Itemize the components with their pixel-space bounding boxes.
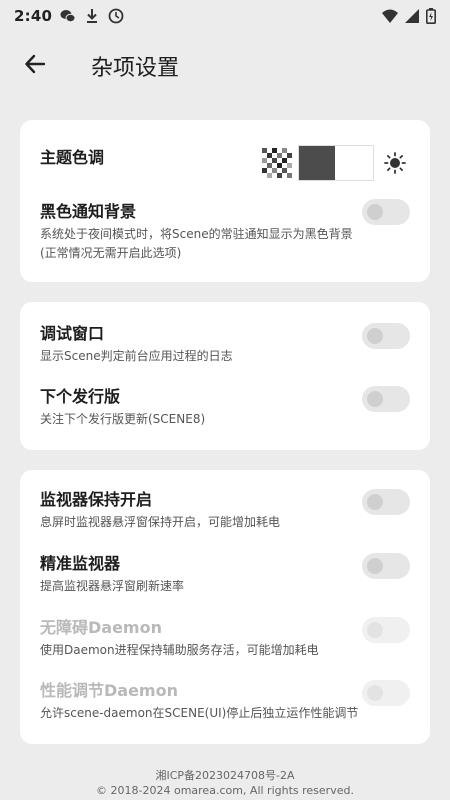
dark-light-theme-swatch[interactable] [298, 145, 374, 181]
next-release-desc: 关注下个发行版更新(SCENE8) [40, 412, 206, 426]
precise-monitor-desc: 提高监视器悬浮窗刷新速率 [40, 579, 185, 593]
back-button[interactable] [15, 46, 55, 86]
precise-monitor-row: 精准监视器 提高监视器悬浮窗刷新速率 [40, 553, 410, 596]
debug-window-toggle[interactable] [362, 323, 410, 349]
black-notification-title: 黑色通知背景 [40, 202, 137, 221]
status-bar: 2:40 [0, 0, 450, 32]
precise-monitor-title: 精准监视器 [40, 554, 121, 573]
settings-card-debug: 调试窗口 显示Scene判定前台应用过程的日志 下个发行版 关注下个发行版更新(… [20, 302, 430, 450]
black-notification-toggle[interactable] [362, 199, 410, 225]
page-title: 杂项设置 [91, 56, 180, 81]
battery-icon [426, 8, 436, 24]
arrow-left-icon [24, 53, 46, 79]
black-notification-row: 黑色通知背景 系统处于夜间模式时，将Scene的常驻通知显示为黑色背景 (正常情… [40, 199, 410, 263]
monitor-keep-toggle[interactable] [362, 489, 410, 515]
monitor-keep-row: 监视器保持开启 息屏时监视器悬浮窗保持开启，可能增加耗电 [40, 489, 410, 532]
icp-text[interactable]: 湘ICP备2023024708号-2A [0, 768, 450, 783]
next-release-toggle[interactable] [362, 386, 410, 412]
black-notification-desc-line1: 系统处于夜间模式时，将Scene的常驻通知显示为黑色背景 [40, 227, 353, 241]
wifi-icon [382, 8, 398, 24]
next-release-title: 下个发行版 [40, 387, 121, 406]
black-notification-desc-line2: (正常情况无需开启此选项) [40, 246, 182, 260]
settings-card-monitor: 监视器保持开启 息屏时监视器悬浮窗保持开启，可能增加耗电 精准监视器 提高监视器… [20, 470, 430, 744]
monitor-keep-title: 监视器保持开启 [40, 490, 153, 509]
status-time: 2:40 [14, 7, 53, 25]
accessibility-daemon-row: 无障碍Daemon 使用Daemon进程保持辅助服务存活，可能增加耗电 [40, 617, 410, 660]
signal-icon [404, 8, 420, 24]
copyright-text: © 2018-2024 omarea.com, All rights reser… [96, 784, 354, 797]
clock-icon [108, 8, 124, 24]
accessibility-daemon-title: 无障碍Daemon [40, 618, 162, 637]
light-swatch [335, 146, 373, 180]
download-icon [84, 8, 100, 24]
dark-swatch [299, 146, 335, 180]
wechat-icon [60, 8, 76, 24]
next-release-row: 下个发行版 关注下个发行版更新(SCENE8) [40, 386, 410, 429]
sun-icon[interactable] [380, 148, 410, 178]
pixel-theme-swatch[interactable] [262, 148, 292, 178]
perf-daemon-desc: 允许scene-daemon在SCENE(UI)停止后独立运作性能调节 [40, 706, 359, 720]
theme-row: 主题色调 [40, 145, 410, 181]
debug-window-row: 调试窗口 显示Scene判定前台应用过程的日志 [40, 323, 410, 366]
accessibility-daemon-desc: 使用Daemon进程保持辅助服务存活，可能增加耗电 [40, 643, 319, 657]
debug-window-title: 调试窗口 [40, 324, 105, 343]
theme-swatches [262, 145, 410, 181]
perf-daemon-row: 性能调节Daemon 允许scene-daemon在SCENE(UI)停止后独立… [40, 680, 410, 723]
app-bar: 杂项设置 [0, 40, 450, 92]
perf-daemon-title: 性能调节Daemon [40, 681, 178, 700]
accessibility-daemon-toggle[interactable] [362, 617, 410, 643]
perf-daemon-toggle[interactable] [362, 680, 410, 706]
black-notification-desc: 系统处于夜间模式时，将Scene的常驻通知显示为黑色背景 (正常情况无需开启此选… [40, 225, 410, 263]
footer: 湘ICP备2023024708号-2A © 2018-2024 omarea.c… [0, 768, 450, 798]
precise-monitor-toggle[interactable] [362, 553, 410, 579]
settings-card-appearance: 主题色调 黑色通知背景 系统处于夜间模式时，将Scene的常驻通知显示为黑色背景… [20, 120, 430, 282]
debug-window-desc: 显示Scene判定前台应用过程的日志 [40, 349, 233, 363]
monitor-keep-desc: 息屏时监视器悬浮窗保持开启，可能增加耗电 [40, 515, 281, 529]
